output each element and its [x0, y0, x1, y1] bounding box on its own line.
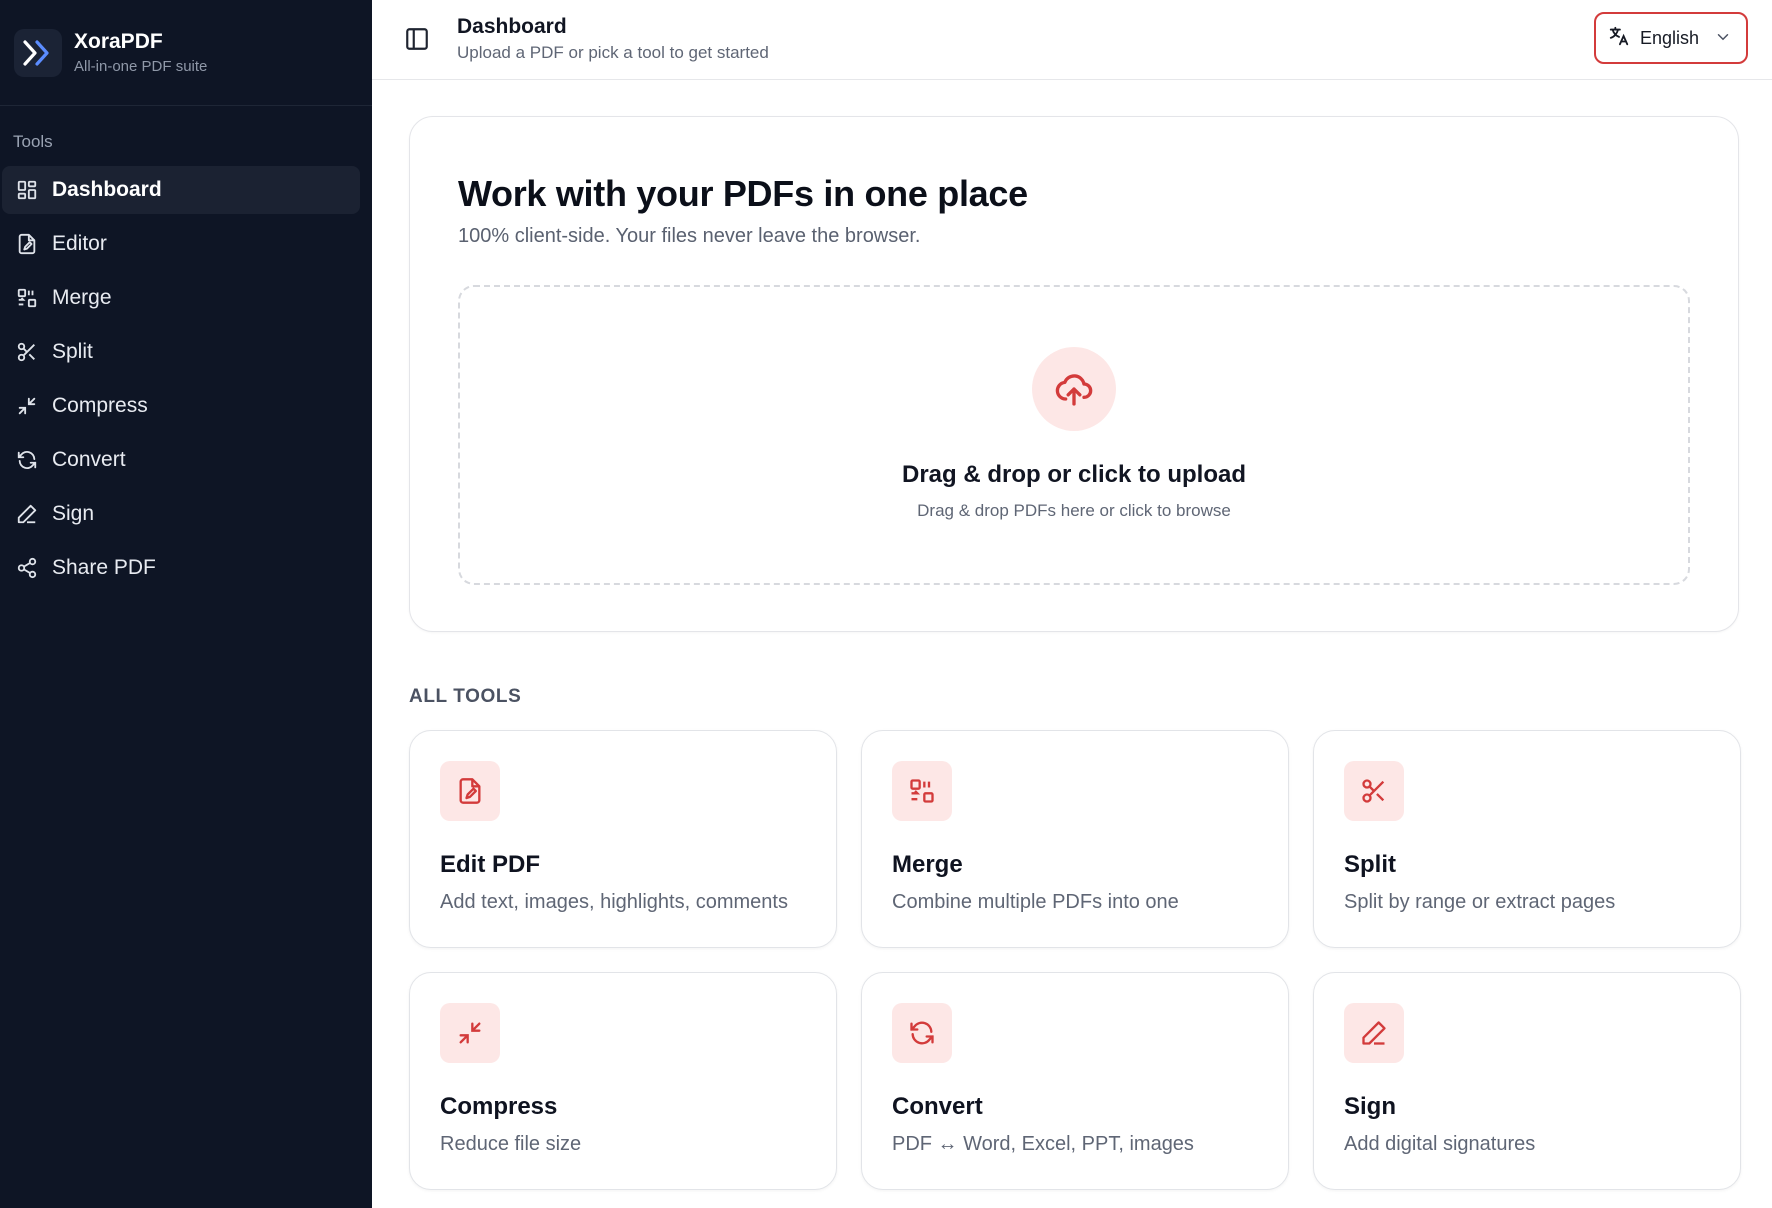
chevron-down-icon	[1714, 28, 1732, 51]
sidebar-toggle-icon[interactable]	[404, 26, 430, 52]
page-subtitle: Upload a PDF or pick a tool to get start…	[457, 43, 769, 62]
sidebar-item-label: Editor	[52, 232, 107, 255]
sidebar-item-editor[interactable]: Editor	[2, 220, 360, 268]
merge-icon	[892, 761, 952, 821]
tool-card-description: Combine multiple PDFs into one	[892, 891, 1179, 913]
share-icon	[14, 555, 40, 581]
compress-arrows-icon	[14, 393, 40, 419]
brand-tagline: All-in-one PDF suite	[74, 58, 208, 75]
tool-card-title: Edit PDF	[440, 851, 540, 878]
sidebar-item-label: Share PDF	[52, 556, 156, 579]
sidebar-item-dashboard[interactable]: Dashboard	[2, 166, 360, 214]
scissors-icon	[14, 339, 40, 365]
pen-icon	[1344, 1003, 1404, 1063]
language-select[interactable]: English	[1594, 12, 1748, 64]
tool-card-title: Sign	[1344, 1093, 1396, 1120]
refresh-icon	[892, 1003, 952, 1063]
sidebar-item-share-pdf[interactable]: Share PDF	[2, 544, 360, 592]
brand[interactable]: XoraPDF All-in-one PDF suite	[0, 0, 372, 106]
refresh-icon	[14, 447, 40, 473]
sidebar: XoraPDF All-in-one PDF suite Tools Dashb…	[0, 0, 372, 1208]
hero-title: Work with your PDFs in one place	[458, 173, 1028, 214]
merge-icon	[14, 285, 40, 311]
file-edit-icon	[440, 761, 500, 821]
tool-card-description: Add text, images, highlights, comments	[440, 891, 788, 913]
sidebar-item-label: Sign	[52, 502, 95, 525]
sidebar-item-merge[interactable]: Merge	[2, 274, 360, 322]
tool-card-convert[interactable]: Convert PDF ↔ Word, Excel, PPT, images	[861, 972, 1289, 1190]
dashboard-grid-icon	[14, 177, 40, 203]
sidebar-item-label: Merge	[52, 286, 112, 309]
tool-card-title: Merge	[892, 851, 963, 878]
cloud-upload-icon	[1032, 347, 1116, 431]
tool-card-edit-pdf[interactable]: Edit PDF Add text, images, highlights, c…	[409, 730, 837, 948]
hero-subtitle: 100% client-side. Your files never leave…	[458, 225, 921, 247]
sidebar-item-sign[interactable]: Sign	[2, 490, 360, 538]
scissors-icon	[1344, 761, 1404, 821]
page-title: Dashboard	[457, 15, 567, 38]
tool-card-sign[interactable]: Sign Add digital signatures	[1313, 972, 1741, 1190]
brand-name: XoraPDF	[74, 30, 163, 53]
tool-card-merge[interactable]: Merge Combine multiple PDFs into one	[861, 730, 1289, 948]
sidebar-item-convert[interactable]: Convert	[2, 436, 360, 484]
translate-icon	[1608, 25, 1630, 52]
dropzone-title: Drag & drop or click to upload	[901, 461, 1247, 488]
tool-card-description: Reduce file size	[440, 1133, 582, 1155]
file-edit-icon	[14, 231, 40, 257]
sidebar-item-label: Split	[52, 340, 93, 363]
sidebar-item-split[interactable]: Split	[2, 328, 360, 376]
tool-card-title: Split	[1344, 851, 1396, 878]
tool-card-compress[interactable]: Compress Reduce file size	[409, 972, 837, 1190]
upload-dropzone[interactable]: Drag & drop or click to upload Drag & dr…	[458, 285, 1690, 585]
compress-arrows-icon	[440, 1003, 500, 1063]
top-header: Dashboard Upload a PDF or pick a tool to…	[372, 0, 1772, 80]
dropzone-subtitle: Drag & drop PDFs here or click to browse	[917, 501, 1231, 520]
sidebar-item-label: Compress	[52, 394, 148, 417]
tool-card-description: Split by range or extract pages	[1344, 891, 1616, 913]
all-tools-heading: ALL TOOLS	[409, 686, 522, 707]
tool-card-split[interactable]: Split Split by range or extract pages	[1313, 730, 1741, 948]
tool-card-description: Add digital signatures	[1344, 1133, 1536, 1155]
hero-card: Work with your PDFs in one place 100% cl…	[409, 116, 1739, 632]
language-label: English	[1640, 27, 1700, 48]
pen-icon	[14, 501, 40, 527]
sidebar-section-label: Tools	[13, 132, 53, 151]
tool-card-title: Convert	[892, 1093, 983, 1120]
tool-card-title: Compress	[440, 1093, 558, 1120]
tool-card-description: PDF ↔ Word, Excel, PPT, images	[892, 1133, 1194, 1155]
sidebar-item-compress[interactable]: Compress	[2, 382, 360, 430]
double-chevron-right-icon	[14, 28, 62, 77]
sidebar-item-label: Dashboard	[52, 178, 162, 201]
sidebar-item-label: Convert	[52, 448, 126, 471]
